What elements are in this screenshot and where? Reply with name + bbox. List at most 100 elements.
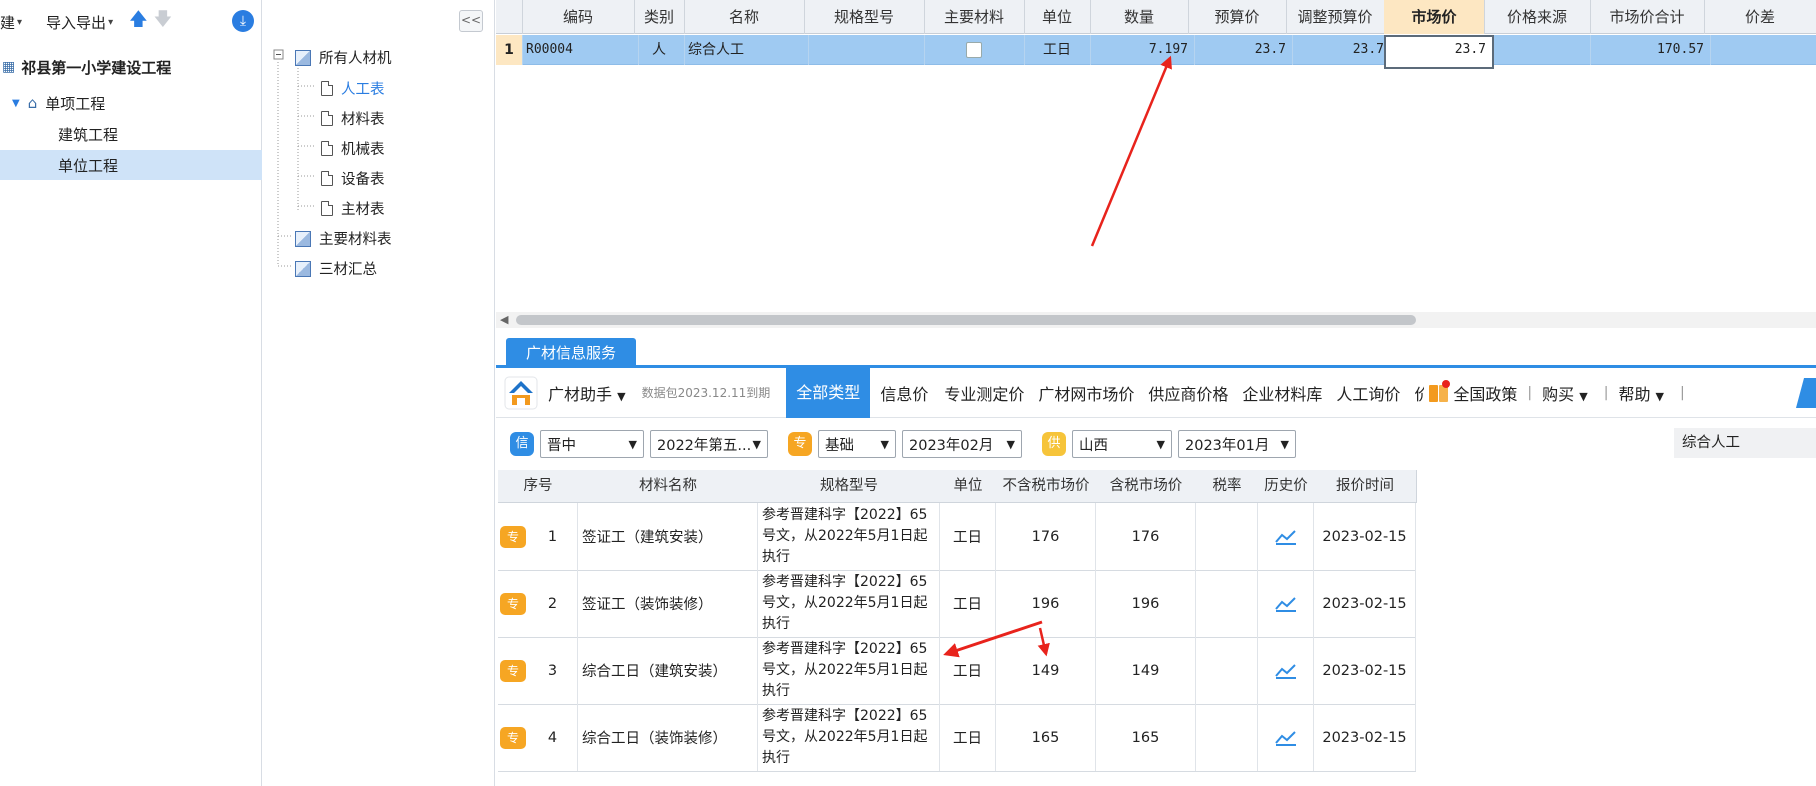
chart-line-icon[interactable] [1274, 529, 1297, 545]
tree-item-machine[interactable]: 机械表 [321, 138, 385, 159]
chevron-down-icon: ▼ [1006, 437, 1015, 451]
tree-item-building[interactable]: 建筑工程 [0, 119, 262, 149]
cell-history[interactable] [1258, 503, 1314, 570]
cell-history[interactable] [1258, 637, 1314, 704]
expand-caret-icon[interactable]: ▼ [12, 98, 20, 109]
col-header-index[interactable]: 序号 [498, 470, 579, 503]
col-header-spec[interactable]: 规格型号 [758, 470, 941, 503]
col-header-main-material[interactable]: 主要材料 [924, 0, 1025, 34]
tab-material-info-service[interactable]: 广材信息服务 [506, 338, 637, 368]
cell-category[interactable]: 人 [634, 35, 685, 65]
cell-index: 3 [528, 637, 578, 704]
tree-item-label: 祁县第一小学建设工程 [21, 58, 172, 77]
professional-month-select[interactable]: 2023年02月 ▼ [902, 430, 1022, 458]
horizontal-scrollbar[interactable]: ◀ [496, 312, 1816, 328]
help-menu[interactable]: 帮助 ▼ [1618, 381, 1664, 405]
search-input[interactable]: 综合人工 [1674, 428, 1816, 458]
annotation-arrow-quantity [1090, 55, 1172, 247]
policy-button[interactable]: 全国政策 [1428, 379, 1518, 405]
tab-supplier-price[interactable]: 供应商价格 [1148, 381, 1228, 405]
table-row[interactable]: 专 2 签证工（装饰装修） 参考晋建科字【2022】65号文，从2022年5月1日起执… [498, 570, 1416, 638]
cell-price-source[interactable] [1484, 35, 1591, 65]
cell-history[interactable] [1258, 570, 1314, 637]
cell-market-price[interactable]: 23.7 [1384, 35, 1494, 69]
col-header-price-source[interactable]: 价格来源 [1484, 0, 1591, 34]
move-down-icon[interactable]: 🡇 [154, 7, 173, 37]
tab-market-price[interactable]: 广材网市场价 [1038, 381, 1134, 405]
table-row[interactable]: 1 R00004 人 综合人工 工日 7.197 23.7 23.7 23.7 … [496, 35, 1816, 69]
cell-main-material[interactable] [924, 35, 1025, 65]
cell-price-diff[interactable] [1704, 35, 1816, 65]
tree-item-single-project[interactable]: ▼ ⌂ 单项工程 [0, 88, 262, 118]
download-icon[interactable]: ⤓ [232, 10, 254, 32]
collapse-panel-button[interactable]: << [459, 10, 483, 32]
side-tab-button[interactable] [1795, 378, 1816, 408]
move-up-icon[interactable]: 🡅 [129, 7, 148, 37]
col-header-market-total[interactable]: 市场价合计 [1590, 0, 1705, 34]
col-header-spec[interactable]: 规格型号 [804, 0, 925, 34]
col-header-budget-price[interactable]: 预算价 [1188, 0, 1287, 34]
region-select[interactable]: 晋中 ▼ [540, 430, 644, 458]
col-header-price-inc-tax[interactable]: 含税市场价 [1096, 470, 1197, 503]
col-header-category[interactable]: 类别 [634, 0, 685, 34]
col-header-unit[interactable]: 单位 [940, 470, 997, 503]
tree-item-project[interactable]: ▦ 祁县第一小学建设工程 [0, 52, 262, 82]
chart-line-icon[interactable] [1274, 663, 1297, 679]
cell-market-total[interactable]: 170.57 [1590, 35, 1711, 65]
tree-item-labor[interactable]: 人工表 [321, 78, 385, 99]
supplier-month-select[interactable]: 2023年01月 ▼ [1178, 430, 1296, 458]
table-row[interactable]: 专 4 综合工日（装饰装修） 参考晋建科字【2022】65号文，从2022年5月1日起… [498, 704, 1416, 772]
col-header-price-diff[interactable]: 价差 [1704, 0, 1816, 34]
scrollbar-thumb[interactable] [516, 315, 1416, 325]
col-header-code[interactable]: 编码 [522, 0, 635, 34]
import-export-menu[interactable]: 导入导出 ▾ [46, 12, 113, 33]
col-header-history[interactable]: 历史价 [1258, 470, 1315, 503]
cell-budget-price[interactable]: 23.7 [1188, 35, 1293, 65]
tab-enterprise-library[interactable]: 企业材料库 [1242, 381, 1322, 405]
col-header-adjusted-budget-price[interactable]: 调整预算价 [1286, 0, 1385, 34]
main-material-checkbox[interactable] [966, 42, 982, 58]
new-menu[interactable]: 建 ▾ [0, 12, 22, 33]
col-header-material-name[interactable]: 材料名称 [578, 470, 759, 503]
cell-quantity[interactable]: 7.197 [1090, 35, 1195, 65]
tab-truncated[interactable]: 价 [1414, 381, 1424, 405]
period-select[interactable]: 2022年第五... ▼ [650, 430, 768, 458]
cell-adjusted-budget-price[interactable]: 23.7 [1286, 35, 1391, 65]
assistant-menu[interactable]: 广材助手 ▼ [548, 381, 626, 405]
buy-menu[interactable]: 购买 ▼ [1542, 381, 1588, 405]
cell-price-ex-tax: 176 [996, 503, 1096, 570]
policy-label: 全国政策 [1453, 384, 1518, 404]
tree-item-equipment[interactable]: 设备表 [321, 168, 385, 189]
tree-item-three-materials[interactable]: 三材汇总 [295, 258, 377, 279]
scroll-left-icon[interactable]: ◀ [500, 313, 508, 326]
cell-history[interactable] [1258, 704, 1314, 771]
tab-labor-inquiry[interactable]: 人工询价 [1336, 381, 1400, 405]
cell-unit[interactable]: 工日 [1024, 35, 1091, 65]
tab-professional-price[interactable]: 专业测定价 [944, 381, 1024, 405]
province-select[interactable]: 山西 ▼ [1072, 430, 1172, 458]
col-header-unit[interactable]: 单位 [1024, 0, 1091, 34]
folder-icon [295, 260, 311, 277]
chevron-down-icon: ▼ [1156, 437, 1165, 451]
cell-code[interactable]: R00004 [522, 35, 639, 65]
base-select[interactable]: 基础 ▼ [818, 430, 896, 458]
cell-name[interactable]: 综合人工 [684, 35, 809, 65]
tab-all-types[interactable]: 全部类型 [786, 367, 871, 418]
tree-item-all-resources[interactable]: 所有人材机 [295, 47, 392, 68]
tree-item-main-material[interactable]: 主材表 [321, 198, 385, 219]
tree-item-key-materials[interactable]: 主要材料表 [295, 228, 392, 249]
col-header-tax-rate[interactable]: 税率 [1196, 470, 1259, 503]
tree-item-material[interactable]: 材料表 [321, 108, 385, 129]
col-header-quantity[interactable]: 数量 [1090, 0, 1189, 34]
table-row[interactable]: 专 3 综合工日（建筑安装） 参考晋建科字【2022】65号文，从2022年5月1日起… [498, 637, 1416, 705]
col-header-market-price[interactable]: 市场价 [1384, 0, 1485, 34]
table-row[interactable]: 专 1 签证工（建筑安装） 参考晋建科字【2022】65号文，从2022年5月1日起执… [498, 503, 1416, 571]
cell-spec[interactable] [804, 35, 925, 65]
tree-item-unit[interactable]: 单位工程 [0, 150, 262, 180]
chart-line-icon[interactable] [1274, 596, 1297, 612]
col-header-name[interactable]: 名称 [684, 0, 805, 34]
col-header-price-ex-tax[interactable]: 不含税市场价 [996, 470, 1097, 503]
col-header-date[interactable]: 报价时间 [1314, 470, 1417, 503]
chart-line-icon[interactable] [1274, 730, 1297, 746]
tab-info-price[interactable]: 信息价 [880, 381, 928, 405]
